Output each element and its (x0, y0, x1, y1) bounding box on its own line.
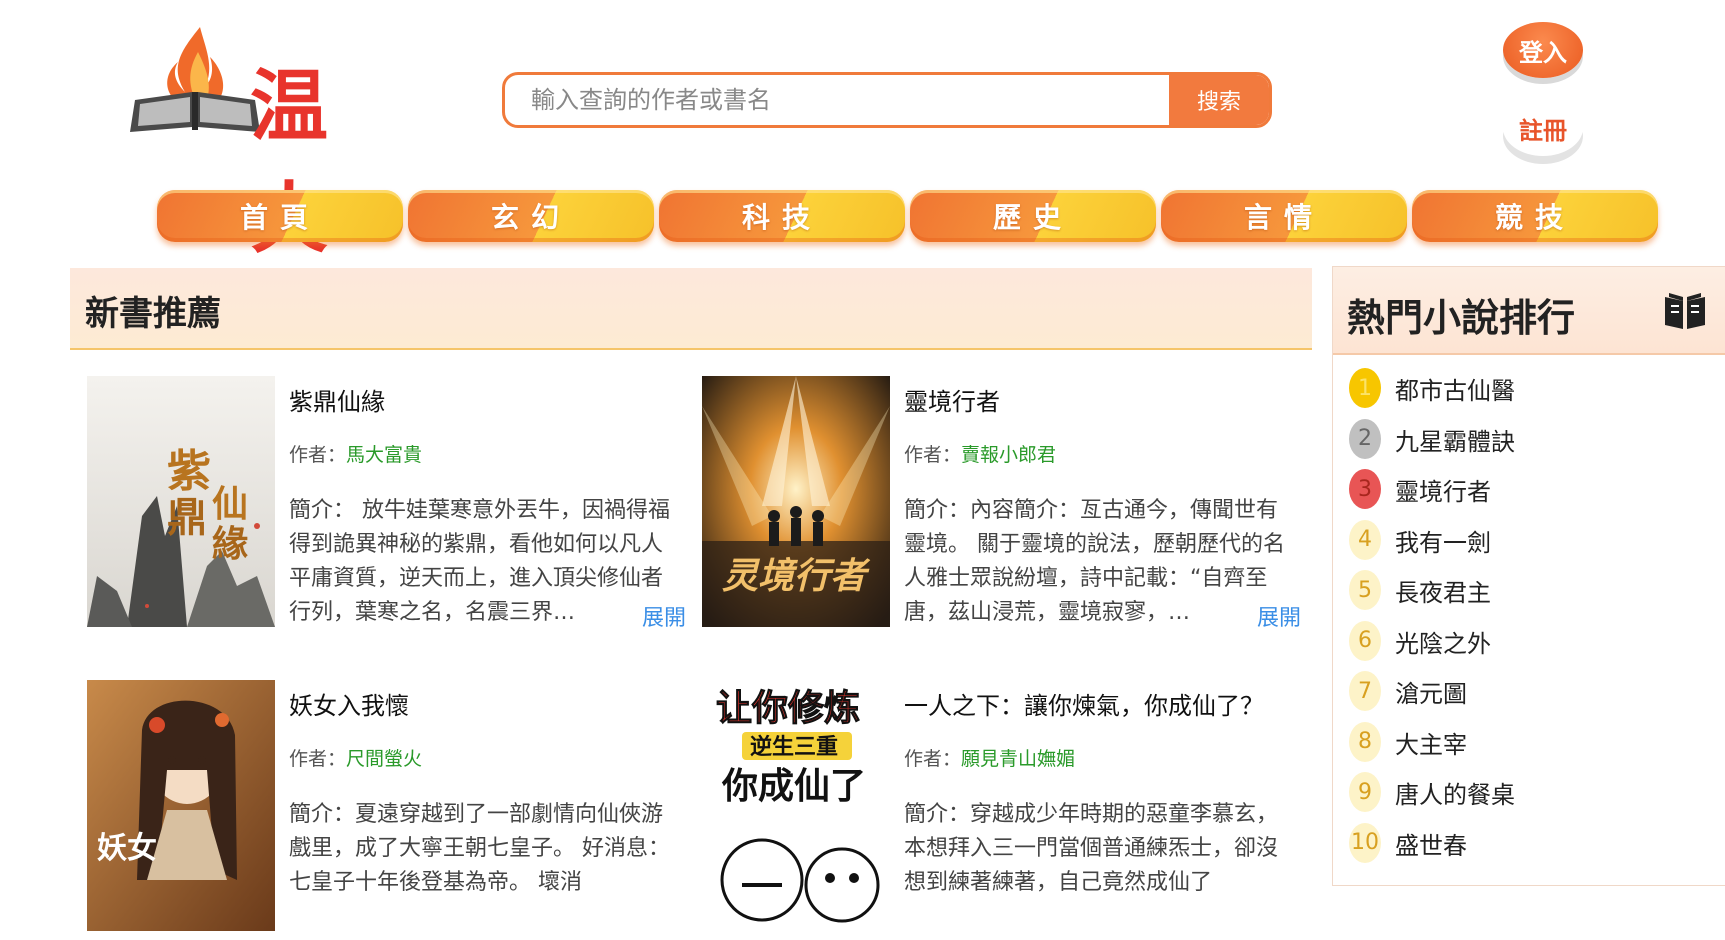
rank-number: 8 (1349, 721, 1381, 762)
book-author: 作者：賣報小郎君 (904, 444, 1057, 466)
ranking-item[interactable]: 9 唐人的餐桌 (1349, 769, 1709, 812)
ranking-sidebar: 熱門小說排行 1 都市古仙醫 2 九星霸體訣 3 靈境行者 4 我有一劍 5 長夜君主 6 光陰之外 7… (1332, 266, 1725, 886)
expand-link[interactable]: 展開 (642, 600, 686, 632)
rank-number: 10 (1349, 822, 1381, 863)
ranking-item[interactable]: 1 都市古仙醫 (1349, 365, 1709, 408)
rank-book-name[interactable]: 盛世春 (1395, 826, 1467, 861)
book-card: 紫 鼎 仙 緣 紫鼎仙緣 作者：馬大富貴 簡介： 放牛娃葉寒意外丟牛，因禍得福得… (87, 376, 687, 636)
ranking-item[interactable]: 2 九星霸體訣 (1349, 416, 1709, 459)
section-title: 新書推薦 (85, 294, 221, 334)
book-cover[interactable]: 让你修炼 逆生三重 你成仙了 (702, 680, 890, 931)
nav-home[interactable]: 首頁 (157, 190, 403, 242)
svg-text:妖女: 妖女 (97, 831, 157, 866)
book-title[interactable]: 靈境行者 (904, 382, 1000, 417)
book-author: 作者：尺間螢火 (289, 748, 423, 770)
rank-book-name[interactable]: 滄元圖 (1395, 674, 1467, 709)
svg-text:逆生三重: 逆生三重 (750, 734, 838, 760)
ranking-header: 熱門小說排行 (1333, 267, 1725, 355)
nav-romance[interactable]: 言情 (1161, 190, 1407, 242)
svg-text:灵境行者: 灵境行者 (722, 556, 871, 597)
rank-number: 7 (1349, 671, 1381, 711)
main-nav: 首頁 玄幻 科技 歷史 言情 競技 (157, 190, 1662, 242)
author-link[interactable]: 賣報小郎君 (961, 444, 1056, 466)
book-icon (1665, 293, 1705, 329)
book-card: 妖女 妖女入我懷 作者：尺間螢火 簡介：夏遠穿越到了一部劇情向仙俠游戲里，成了大… (87, 680, 687, 940)
svg-text:你成仙了: 你成仙了 (721, 766, 866, 807)
search-button[interactable]: 搜索 (1169, 75, 1269, 125)
rank-number: 1 (1349, 368, 1381, 408)
rank-book-name[interactable]: 大主宰 (1395, 725, 1467, 760)
search-input[interactable] (505, 75, 1169, 125)
book-title[interactable]: 紫鼎仙緣 (289, 382, 385, 417)
ranking-item[interactable]: 7 滄元圖 (1349, 668, 1709, 711)
nav-history[interactable]: 歷史 (910, 190, 1156, 242)
ranking-item[interactable]: 10 盛世春 (1349, 820, 1709, 863)
rank-book-name[interactable]: 九星霸體訣 (1395, 422, 1515, 457)
book-author: 作者：願見青山嫵媚 (904, 748, 1076, 770)
register-button[interactable]: 註冊 (1503, 100, 1583, 156)
svg-text:让你修炼: 让你修炼 (716, 688, 860, 729)
rank-number: 9 (1349, 772, 1381, 812)
nav-fantasy[interactable]: 玄幻 (408, 190, 654, 242)
book-intro: 簡介：夏遠穿越到了一部劇情向仙俠游戲里，成了大寧王朝七皇子。 好消息：七皇子十年… (289, 802, 670, 895)
rank-number: 2 (1349, 418, 1381, 459)
new-books-header: 新書推薦 (70, 268, 1312, 350)
login-button[interactable]: 登入 (1503, 22, 1583, 78)
rank-book-name[interactable]: 我有一劍 (1395, 523, 1491, 558)
author-link[interactable]: 馬大富貴 (346, 444, 422, 466)
svg-text:仙: 仙 (212, 483, 248, 525)
ranking-item[interactable]: 3 靈境行者 (1349, 466, 1709, 509)
rank-number: 6 (1349, 620, 1381, 661)
book-cover[interactable]: 妖女 (87, 680, 275, 931)
ranking-title: 熱門小說排行 (1347, 296, 1576, 340)
svg-text:鼎: 鼎 (167, 494, 207, 541)
rank-number: 3 (1349, 469, 1381, 509)
author-link[interactable]: 願見青山嫵媚 (961, 748, 1075, 770)
nav-tech[interactable]: 科技 (659, 190, 905, 242)
ranking-item[interactable]: 6 光陰之外 (1349, 618, 1709, 661)
book-card: 让你修炼 逆生三重 你成仙了 一人之下：讓你煉氣，你成仙了？ 作者：願見青山嫵媚… (702, 680, 1302, 940)
book-intro: 簡介：內容簡介：亙古通今，傳聞世有靈境。 關于靈境的說法，歷朝歷代的名人雅士眾說… (904, 498, 1285, 625)
expand-link[interactable]: 展開 (1257, 600, 1301, 632)
rank-book-name[interactable]: 靈境行者 (1395, 472, 1491, 507)
book-intro: 簡介： 放牛娃葉寒意外丟牛，因禍得福得到詭異神秘的紫鼎，看他如何以凡人平庸資質，… (289, 498, 671, 625)
search-box: 搜索 (502, 72, 1272, 128)
book-title[interactable]: 妖女入我懷 (289, 686, 409, 721)
rank-number: 4 (1349, 519, 1381, 560)
ranking-item[interactable]: 5 長夜君主 (1349, 567, 1709, 610)
site-logo[interactable]: 温火 (130, 22, 410, 264)
rank-book-name[interactable]: 光陰之外 (1395, 624, 1491, 659)
author-link[interactable]: 尺間螢火 (346, 748, 422, 770)
book-author: 作者：馬大富貴 (289, 444, 423, 466)
book-cover[interactable]: 紫 鼎 仙 緣 (87, 376, 275, 627)
book-title[interactable]: 一人之下：讓你煉氣，你成仙了？ (904, 686, 1264, 721)
rank-book-name[interactable]: 唐人的餐桌 (1395, 775, 1515, 810)
book-card: 灵境行者 靈境行者 作者：賣報小郎君 簡介：內容簡介：亙古通今，傳聞世有靈境。 … (702, 376, 1302, 636)
rank-book-name[interactable]: 都市古仙醫 (1395, 371, 1515, 406)
rank-number: 5 (1349, 570, 1381, 610)
svg-text:紫: 紫 (167, 446, 211, 497)
rank-book-name[interactable]: 長夜君主 (1395, 573, 1491, 608)
ranking-item[interactable]: 8 大主宰 (1349, 719, 1709, 762)
book-intro: 簡介：穿越成少年時期的惡童李慕玄，本想拜入三一門當個普通練炁士，卻沒想到練著練著… (904, 802, 1279, 895)
book-cover[interactable]: 灵境行者 (702, 376, 890, 627)
flame-book-icon (130, 27, 260, 132)
ranking-item[interactable]: 4 我有一劍 (1349, 517, 1709, 560)
nav-sports[interactable]: 競技 (1412, 190, 1658, 242)
svg-text:緣: 緣 (212, 523, 248, 565)
